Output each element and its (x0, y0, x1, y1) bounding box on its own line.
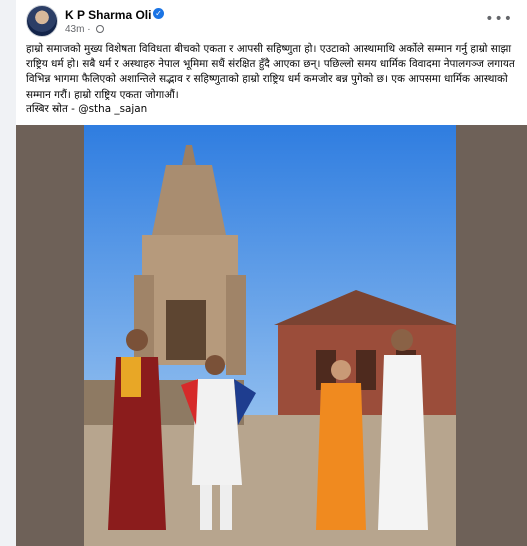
globe-icon (96, 25, 105, 33)
post-card: K P Sharma Oli ✓ 43m · ••• हाम्रो समाजको… (16, 0, 527, 546)
temple-photo-illustration (16, 125, 527, 546)
post-time[interactable]: 43m (65, 24, 84, 35)
post-body: हाम्रो समाजको मुख्य विशेषता विविधता बीचक… (26, 43, 515, 101)
person-monk (108, 329, 166, 530)
post-header: K P Sharma Oli ✓ 43m · ••• (26, 5, 527, 37)
author-name[interactable]: K P Sharma Oli (65, 8, 151, 22)
post-photo[interactable] (16, 125, 527, 546)
post-meta: 43m · (65, 24, 105, 35)
person-saffron-robe (316, 360, 366, 530)
more-options-icon[interactable]: ••• (485, 11, 513, 27)
author-avatar[interactable] (26, 5, 58, 37)
verified-badge-icon: ✓ (153, 8, 164, 19)
post-text: हाम्रो समाजको मुख्य विशेषता विविधता बीचक… (26, 42, 518, 103)
photo-credit: तस्बिर स्रोत - @stha _sajan (26, 103, 148, 115)
person-white-robe (378, 329, 428, 530)
